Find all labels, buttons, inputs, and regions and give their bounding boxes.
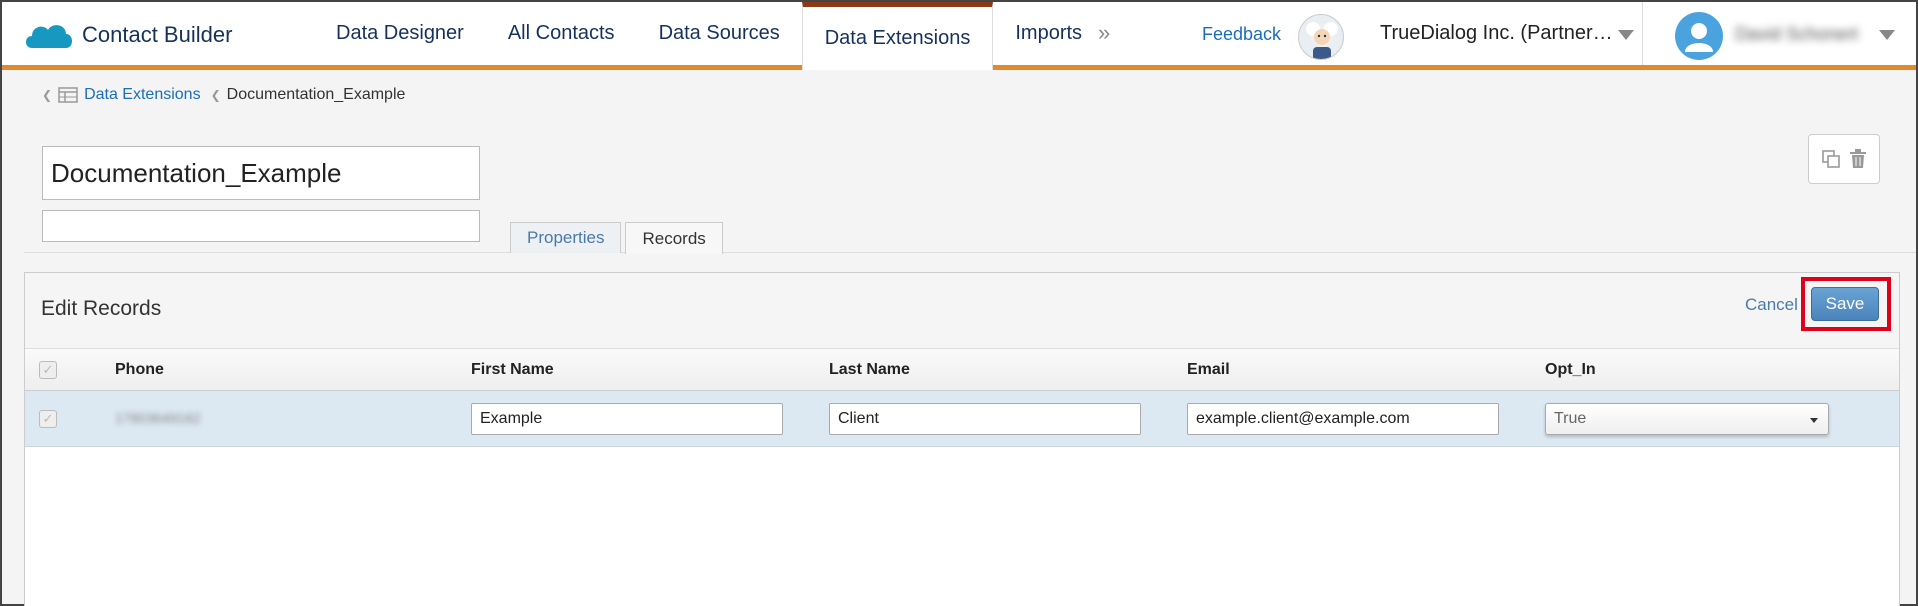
extension-tabs: Properties Records — [510, 222, 723, 254]
extension-description-input[interactable] — [42, 210, 480, 242]
salesforce-cloud-logo[interactable] — [22, 18, 74, 54]
main-nav: Data Designer All Contacts Data Sources … — [314, 2, 1104, 70]
user-dropdown-caret-icon[interactable] — [1879, 30, 1895, 40]
records-grid: ✓ Phone First Name Last Name Email Opt_I… — [25, 349, 1899, 447]
user-menu[interactable]: David Schonert — [1642, 2, 1916, 65]
opt-in-cell: True — [1545, 402, 1845, 435]
select-all-checkbox[interactable]: ✓ — [39, 360, 57, 379]
breadcrumb-current: Documentation_Example — [226, 86, 406, 103]
nav-all-contacts[interactable]: All Contacts — [486, 2, 637, 65]
tab-records[interactable]: Records — [625, 222, 723, 254]
email-field[interactable] — [1187, 402, 1499, 435]
edit-records-panel: Edit Records Cancel Save ✓ Phone First N… — [24, 272, 1900, 606]
column-header-phone[interactable]: Phone — [115, 361, 471, 379]
opt-in-select[interactable]: True — [1545, 402, 1829, 435]
cancel-button[interactable]: Cancel — [1745, 295, 1798, 315]
breadcrumb-chevron-icon: ❮ — [210, 88, 221, 102]
table-icon — [58, 87, 78, 103]
extension-name-input[interactable] — [42, 146, 480, 200]
row-select-cell: ✓ — [25, 409, 115, 428]
row-select-checkbox[interactable]: ✓ — [39, 409, 57, 428]
user-avatar-icon[interactable] — [1675, 12, 1723, 60]
column-header-last-name[interactable]: Last Name — [829, 361, 1187, 379]
phone-value: 17803649162 — [115, 409, 201, 426]
user-name: David Schonert — [1735, 24, 1859, 44]
trash-icon[interactable] — [1849, 149, 1867, 169]
copy-icon[interactable] — [1821, 149, 1841, 169]
save-button[interactable]: Save — [1811, 287, 1879, 321]
last-name-field[interactable] — [829, 402, 1141, 435]
grid-header-row: ✓ Phone First Name Last Name Email Opt_I… — [25, 349, 1899, 391]
chevron-down-icon[interactable] — [1810, 417, 1818, 423]
last-name-cell — [829, 402, 1187, 435]
nav-data-extensions[interactable]: Data Extensions — [801, 2, 994, 70]
extension-actions — [1808, 134, 1880, 184]
top-navigation-bar: Contact Builder Data Designer All Contac… — [2, 2, 1916, 70]
table-row[interactable]: ✓ 17803649162 True — [25, 391, 1899, 447]
nav-more-icon[interactable]: » — [1098, 20, 1110, 46]
select-all-cell: ✓ — [25, 360, 115, 379]
breadcrumb: ❮ Data Extensions ❮ Documentation_Exampl… — [42, 86, 405, 104]
opt-in-selected-value: True — [1554, 409, 1587, 427]
column-header-opt-in[interactable]: Opt_In — [1545, 361, 1845, 379]
panel-title: Edit Records — [41, 297, 162, 320]
column-header-first-name[interactable]: First Name — [471, 361, 829, 379]
first-name-cell — [471, 402, 829, 435]
breadcrumb-chevron-icon: ❮ — [42, 88, 53, 102]
org-dropdown-caret-icon[interactable] — [1618, 30, 1634, 40]
panel-header: Edit Records Cancel Save — [25, 273, 1899, 349]
app-title[interactable]: Contact Builder — [82, 22, 232, 48]
first-name-field[interactable] — [471, 402, 783, 435]
email-cell — [1187, 402, 1545, 435]
tab-divider — [24, 252, 1916, 253]
tab-properties[interactable]: Properties — [510, 222, 622, 253]
nav-data-sources[interactable]: Data Sources — [637, 2, 802, 65]
feedback-link[interactable]: Feedback — [1202, 24, 1281, 45]
column-header-email[interactable]: Email — [1187, 361, 1545, 379]
nav-data-designer[interactable]: Data Designer — [314, 2, 486, 65]
einstein-avatar-icon[interactable] — [1298, 14, 1344, 60]
breadcrumb-data-extensions-link[interactable]: Data Extensions — [84, 86, 201, 104]
nav-imports[interactable]: Imports — [993, 2, 1104, 65]
org-switcher-label[interactable]: TrueDialog Inc. (Partner… — [1380, 22, 1613, 45]
phone-cell: 17803649162 — [115, 410, 471, 428]
